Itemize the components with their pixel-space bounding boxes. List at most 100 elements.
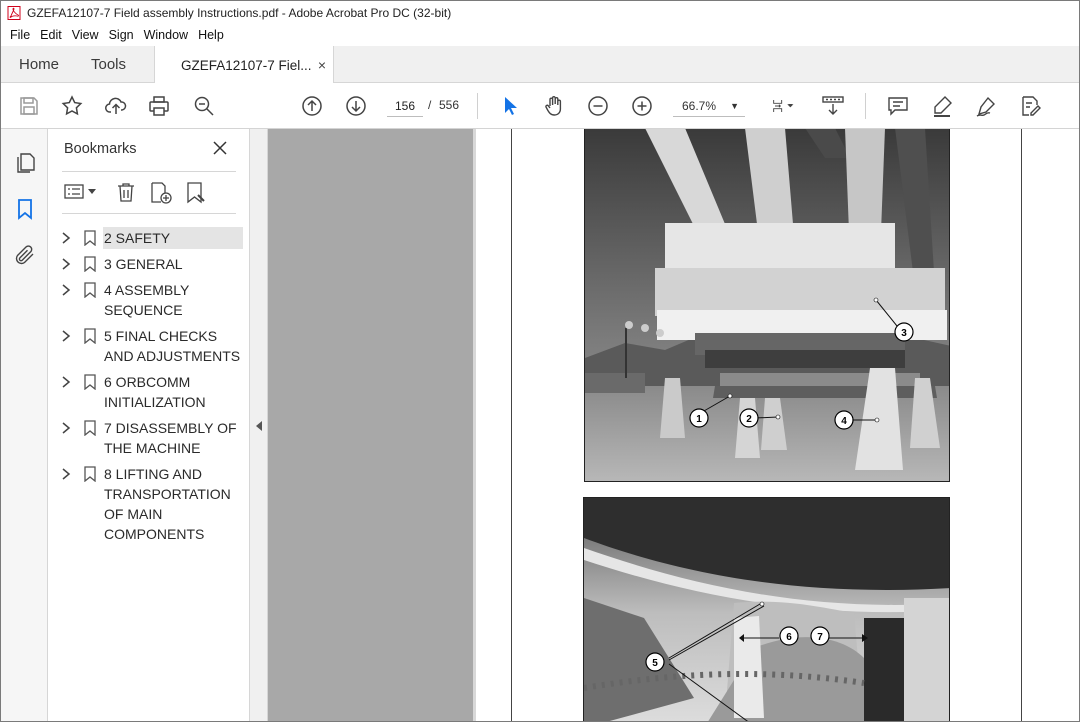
save-icon[interactable] [17, 94, 41, 118]
svg-text:4: 4 [841, 416, 847, 427]
chevron-right-icon[interactable] [61, 468, 71, 480]
callout-3: 3 [894, 322, 914, 342]
zoom-level-select[interactable]: 66.7% ▼ [673, 95, 745, 117]
page-up-icon[interactable] [300, 94, 324, 118]
navigation-rail [1, 129, 48, 721]
highlight-icon[interactable] [930, 94, 954, 118]
bookmark-item[interactable]: 5 FINAL CHECKS AND ADJUSTMENTS [56, 325, 244, 367]
menu-window[interactable]: Window [139, 25, 193, 46]
tab-document[interactable]: GZEFA12107-7 Fiel... × [154, 46, 334, 84]
bookmark-icon [84, 420, 96, 436]
print-icon[interactable] [147, 94, 171, 118]
page-border-right [1021, 129, 1022, 721]
close-icon[interactable] [212, 140, 228, 156]
bookmark-label: 2 SAFETY [103, 227, 243, 249]
bookmark-item[interactable]: 6 ORBCOMM INITIALIZATION [56, 371, 244, 413]
svg-text:2: 2 [746, 414, 752, 425]
hand-icon[interactable] [542, 94, 566, 118]
bookmark-item[interactable]: 7 DISASSEMBLY OF THE MACHINE [56, 417, 244, 459]
comment-icon[interactable] [886, 94, 910, 118]
page-separator: / [428, 98, 432, 112]
bookmark-icon [84, 282, 96, 298]
zoom-search-icon[interactable] [192, 94, 216, 118]
document-view[interactable]: 1 2 3 4 5 6 7 [268, 129, 1079, 721]
toolbar-divider [865, 93, 866, 119]
bookmark-item[interactable]: 2 SAFETY [56, 227, 244, 249]
chevron-right-icon[interactable] [61, 284, 71, 296]
bookmark-icon [84, 328, 96, 344]
svg-text:7: 7 [817, 632, 823, 643]
chevron-down-icon[interactable] [88, 189, 96, 195]
bookmark-item[interactable]: 8 LIFTING AND TRANSPORTATION OF MAIN COM… [56, 463, 244, 542]
bookmark-icon [84, 374, 96, 390]
bookmark-item[interactable]: 3 GENERAL [56, 253, 244, 275]
scroll-mode-icon[interactable] [821, 94, 845, 118]
svg-text:5: 5 [652, 658, 658, 669]
tab-home[interactable]: Home [19, 46, 59, 83]
bookmarks-panel: Bookmarks 2 SAFETY 3 GENERAL 4 ASSEMBLY SE… [48, 129, 250, 721]
window-title: GZEFA12107-7 Field assembly Instructions… [27, 6, 452, 20]
callout-7: 7 [810, 626, 830, 646]
select-cursor-icon[interactable] [498, 94, 522, 118]
zoom-out-icon[interactable] [586, 94, 610, 118]
divider [62, 171, 236, 172]
acrobat-logo-icon [7, 6, 21, 20]
bookmark-label: 4 ASSEMBLY SEQUENCE [104, 282, 190, 318]
toolbar-divider [477, 93, 478, 119]
bookmark-label: 6 ORBCOMM INITIALIZATION [104, 374, 206, 410]
tab-row: Home Tools GZEFA12107-7 Fiel... × [1, 46, 1079, 84]
svg-text:1: 1 [696, 414, 702, 425]
chevron-down-icon: ▼ [730, 101, 739, 111]
chevron-right-icon[interactable] [61, 376, 71, 388]
page-down-icon[interactable] [344, 94, 368, 118]
callout-1: 1 [689, 408, 709, 428]
tab-document-label: GZEFA12107-7 Fiel... [181, 57, 312, 73]
attachments-icon[interactable] [13, 243, 37, 267]
bookmark-icon [84, 256, 96, 272]
chevron-right-icon[interactable] [61, 422, 71, 434]
sign-icon[interactable] [974, 94, 998, 118]
title-bar: GZEFA12107-7 Field assembly Instructions… [1, 1, 1079, 25]
bookmarks-icon[interactable] [13, 197, 37, 221]
bookmark-item[interactable]: 4 ASSEMBLY SEQUENCE [56, 279, 244, 321]
page-border-left [511, 129, 512, 721]
new-bookmark-icon[interactable] [149, 181, 173, 205]
menu-help[interactable]: Help [193, 25, 229, 46]
panel-splitter[interactable] [250, 129, 268, 721]
chevron-right-icon[interactable] [61, 330, 71, 342]
zoom-level-value: 66.7% [682, 99, 717, 113]
page-thumbnails-icon[interactable] [13, 151, 37, 175]
options-list-icon[interactable] [64, 182, 86, 202]
chevron-right-icon[interactable] [61, 258, 71, 270]
menu-edit[interactable]: Edit [35, 25, 67, 46]
menu-file[interactable]: File [5, 25, 35, 46]
total-pages: 556 [439, 98, 460, 112]
acrobat-window: GZEFA12107-7 Field assembly Instructions… [0, 0, 1080, 722]
callout-4: 4 [834, 410, 854, 430]
menu-bar: File Edit View Sign Window Help [1, 25, 1079, 46]
upload-icon[interactable] [104, 94, 128, 118]
bookmark-label: 8 LIFTING AND TRANSPORTATION OF MAIN COM… [104, 466, 231, 542]
collapse-arrow-icon[interactable] [256, 421, 262, 431]
svg-text:6: 6 [786, 632, 792, 643]
previous-page-edge [268, 129, 473, 721]
assembly-photo-top: 1 2 3 4 [584, 129, 950, 482]
divider [62, 213, 236, 214]
assembly-photo-bottom: 5 6 7 [583, 497, 950, 721]
bookmark-label: 7 DISASSEMBLY OF THE MACHINE [104, 420, 237, 456]
zoom-in-icon[interactable] [630, 94, 654, 118]
menu-sign[interactable]: Sign [104, 25, 139, 46]
page-number-input[interactable] [387, 95, 423, 117]
menu-view[interactable]: View [67, 25, 104, 46]
close-tab-icon[interactable]: × [318, 57, 326, 73]
callout-6: 6 [779, 626, 799, 646]
svg-text:3: 3 [901, 328, 907, 339]
bookmark-star-icon[interactable] [60, 94, 84, 118]
delete-icon[interactable] [115, 181, 137, 203]
chevron-right-icon[interactable] [61, 232, 71, 244]
page-layout-icon[interactable] [765, 94, 801, 118]
tab-tools[interactable]: Tools [91, 46, 126, 83]
edit-pdf-icon[interactable] [1018, 94, 1042, 118]
toolbar: / 556 66.7% ▼ [1, 83, 1079, 129]
find-bookmark-icon[interactable] [184, 181, 208, 205]
